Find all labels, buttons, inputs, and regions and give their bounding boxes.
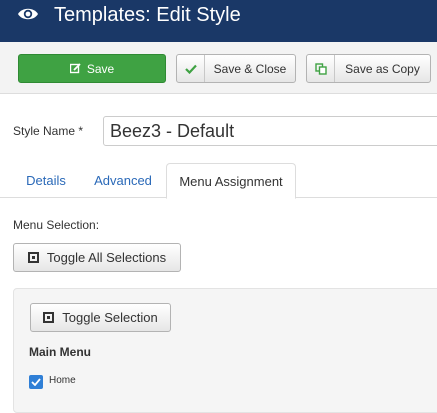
style-name-input[interactable]	[103, 116, 437, 146]
home-checkbox[interactable]	[29, 375, 43, 389]
tab-advanced[interactable]: Advanced	[83, 163, 163, 198]
menu-selection-label: Menu Selection:	[13, 218, 100, 232]
style-name-label: Style Name *	[13, 124, 84, 138]
save-as-copy-button[interactable]: Save as Copy	[306, 54, 431, 83]
save-close-label: Save & Close	[213, 61, 287, 76]
tab-details[interactable]: Details	[14, 163, 78, 198]
toggle-square-icon	[27, 252, 39, 263]
toggle-selection-label: Toggle Selection	[62, 310, 158, 325]
home-item-label: Home	[49, 375, 76, 386]
check-icon	[184, 64, 197, 74]
copy-icon	[314, 62, 327, 75]
tab-bar: Details Advanced Menu Assignment	[0, 163, 437, 199]
toggle-all-selections-button[interactable]: Toggle All Selections	[13, 243, 181, 272]
toggle-all-label: Toggle All Selections	[46, 250, 167, 265]
save-close-button[interactable]: Save & Close	[176, 54, 296, 83]
save-as-copy-label: Save as Copy	[345, 61, 420, 76]
checkmark-icon	[31, 378, 41, 386]
page-title: Templates: Edit Style	[54, 4, 241, 26]
save-button[interactable]: Save	[18, 54, 166, 83]
copy-icon-box	[307, 55, 335, 82]
toggle-selection-button[interactable]: Toggle Selection	[30, 303, 171, 332]
save-button-label: Save	[86, 61, 115, 76]
toolbar: Save Save & Close Save as Copy	[0, 42, 437, 94]
toggle-square-icon	[43, 312, 55, 323]
eye-icon	[18, 8, 38, 20]
check-icon-box	[177, 55, 205, 82]
edit-icon	[69, 63, 81, 74]
page-header: Templates: Edit Style	[0, 0, 437, 42]
menu-title: Main Menu	[29, 345, 91, 359]
tab-menu-assignment[interactable]: Menu Assignment	[166, 163, 296, 199]
